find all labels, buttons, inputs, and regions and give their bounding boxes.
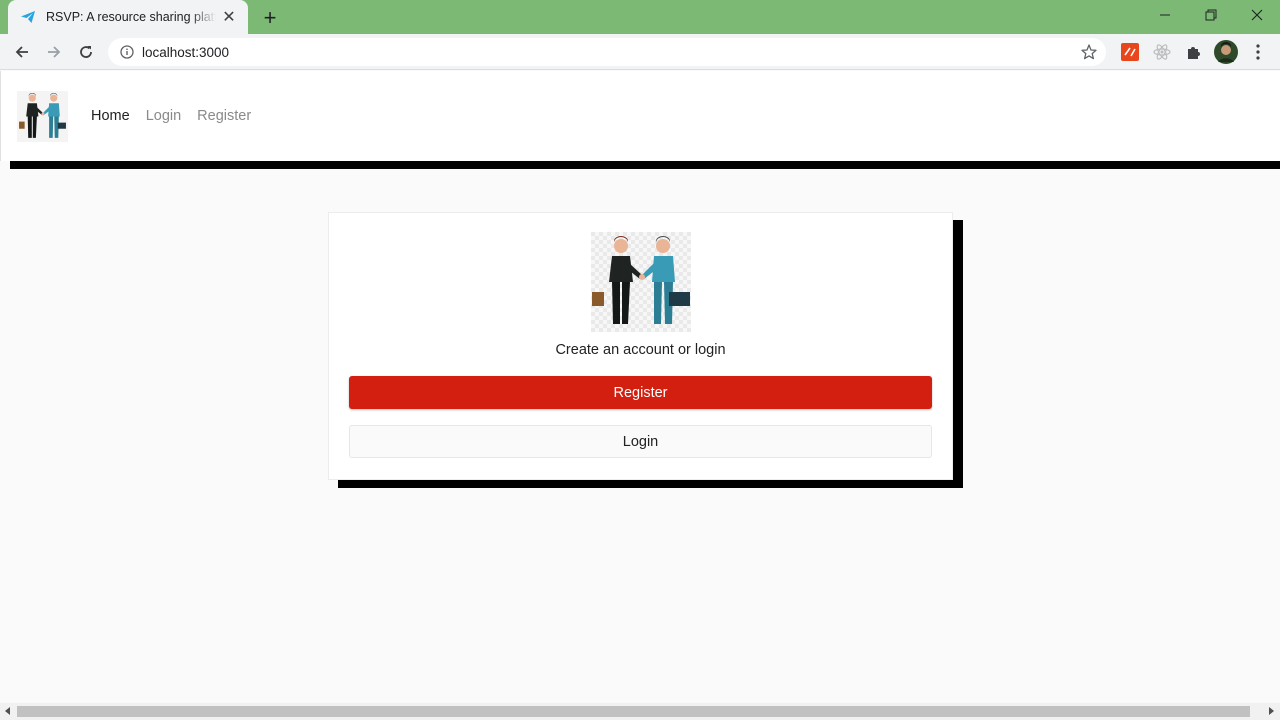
horizontal-scrollbar[interactable] <box>0 703 1280 720</box>
nav-link-login[interactable]: Login <box>146 108 181 124</box>
paper-plane-icon <box>20 9 36 25</box>
auth-card: Create an account or login Register Logi… <box>328 212 953 480</box>
handshake-illustration <box>591 232 691 332</box>
register-button[interactable]: Register <box>349 376 932 409</box>
url-text: localhost:3000 <box>142 44 230 60</box>
bookmark-star-icon[interactable] <box>1080 43 1098 61</box>
close-window-icon[interactable] <box>1234 0 1280 30</box>
forward-arrow-icon[interactable] <box>40 38 68 66</box>
close-tab-icon[interactable]: ✕ <box>220 8 238 26</box>
scroll-left-icon[interactable] <box>5 707 10 715</box>
address-bar[interactable]: localhost:3000 <box>108 38 1106 66</box>
info-icon[interactable] <box>120 45 134 59</box>
extension-orange-icon[interactable] <box>1120 42 1140 62</box>
browser-toolbar: localhost:3000 <box>0 34 1280 70</box>
page-viewport: Home Login Register Create an account or… <box>0 71 1280 703</box>
login-button[interactable]: Login <box>349 425 932 458</box>
browser-tab[interactable]: RSVP: A resource sharing platform ✕ <box>8 0 248 34</box>
new-tab-button[interactable]: + <box>258 6 282 30</box>
tab-title: RSVP: A resource sharing platform <box>46 10 216 24</box>
nav-link-home[interactable]: Home <box>91 108 130 124</box>
scrollbar-thumb[interactable] <box>17 706 1250 717</box>
scroll-right-icon[interactable] <box>1269 707 1274 715</box>
browser-menu-icon[interactable] <box>1248 42 1268 62</box>
restore-icon[interactable] <box>1188 0 1234 30</box>
nav-link-register[interactable]: Register <box>197 108 251 124</box>
reload-icon[interactable] <box>72 38 100 66</box>
site-navbar: Home Login Register <box>0 71 1280 161</box>
card-subtitle: Create an account or login <box>555 342 726 358</box>
profile-avatar[interactable] <box>1214 40 1238 64</box>
back-arrow-icon[interactable] <box>8 38 36 66</box>
handshake-logo[interactable] <box>17 90 68 142</box>
browser-tab-strip: RSVP: A resource sharing platform ✕ + <box>0 0 1280 34</box>
minimize-icon[interactable] <box>1142 0 1188 30</box>
extensions-puzzle-icon[interactable] <box>1184 42 1204 62</box>
react-devtools-icon[interactable] <box>1152 42 1172 62</box>
